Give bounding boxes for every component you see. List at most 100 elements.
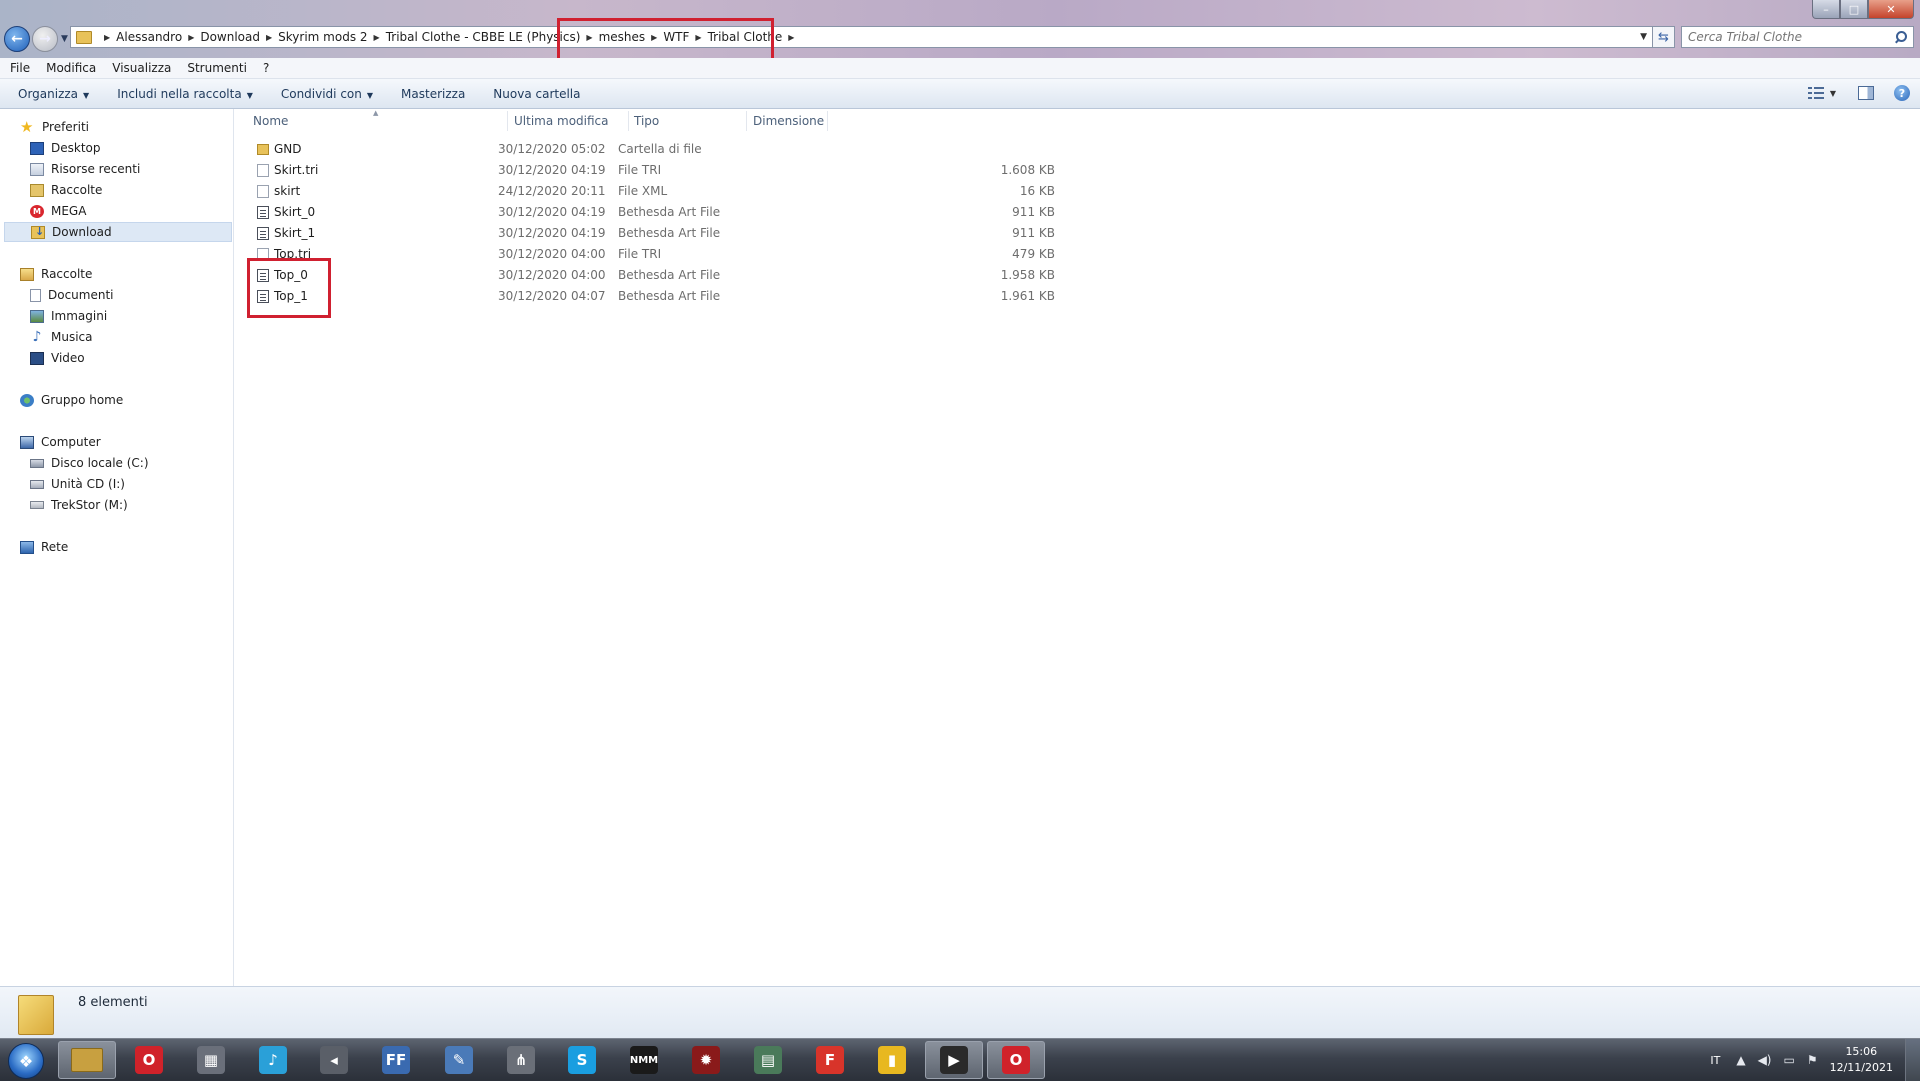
show-desktop-button[interactable] [1905, 1039, 1920, 1081]
column-divider[interactable] [746, 111, 747, 131]
sidebar-item-cd-drive[interactable]: Unità CD (I:) [30, 474, 125, 494]
sidebar-item-documents[interactable]: Documenti [30, 285, 114, 305]
menu-edit[interactable]: Modifica [46, 61, 96, 75]
sidebar-homegroup[interactable]: Gruppo home [20, 390, 123, 410]
sidebar-item-mega[interactable]: M MEGA [30, 201, 86, 221]
taskbar-app-music-app[interactable]: ♪ [244, 1041, 302, 1079]
help-icon[interactable]: ? [1894, 85, 1910, 101]
close-button[interactable]: ✕ [1868, 0, 1914, 19]
refresh-button[interactable]: ⇆ [1653, 26, 1675, 48]
language-indicator[interactable]: IT [1710, 1054, 1720, 1067]
search-box[interactable] [1681, 26, 1914, 48]
chevron-right-icon[interactable]: ▶ [188, 33, 194, 42]
address-dropdown-icon[interactable]: ▼ [1640, 32, 1647, 42]
taskbar-app-game-app[interactable]: ✹ [677, 1041, 735, 1079]
sidebar-item-label: MEGA [51, 204, 87, 218]
column-divider[interactable] [507, 111, 508, 131]
taskbar-app-speaker-app[interactable]: ◂ [305, 1041, 363, 1079]
chevron-right-icon[interactable]: ▶ [266, 33, 272, 42]
taskbar-app-window-app[interactable]: ▤ [739, 1041, 797, 1079]
chevron-right-icon[interactable]: ▶ [374, 33, 380, 42]
chevron-right-icon[interactable]: ▶ [104, 33, 110, 42]
start-button[interactable]: ❖ [8, 1043, 44, 1079]
sidebar-item-download[interactable]: Download [4, 222, 232, 242]
clock[interactable]: 15:06 12/11/2021 [1830, 1044, 1893, 1076]
taskbar-app-nmm[interactable]: NMM [615, 1041, 673, 1079]
volume-icon[interactable]: ◀) [1758, 1053, 1772, 1067]
taskbar-app-network-app[interactable]: ⋔ [492, 1041, 550, 1079]
table-row[interactable]: Skirt.tri 30/12/2020 04:19 File TRI 1.60… [250, 160, 1060, 181]
file-list: ▲ Nome Ultima modifica Tipo Dimensione G… [235, 109, 1920, 986]
sidebar-item-video[interactable]: Video [30, 348, 85, 368]
sidebar-network[interactable]: Rete [20, 537, 68, 557]
show-hidden-icons-icon[interactable]: ▲ [1736, 1053, 1745, 1067]
chevron-right-icon[interactable]: ▶ [788, 33, 794, 42]
sidebar-item-desktop[interactable]: Desktop [30, 138, 101, 158]
column-header-type[interactable]: Tipo [634, 114, 659, 128]
column-header-modified[interactable]: Ultima modifica [514, 114, 609, 128]
taskbar-app-f-app[interactable]: F [801, 1041, 859, 1079]
column-divider[interactable] [827, 111, 828, 131]
preview-pane-icon[interactable] [1858, 86, 1874, 100]
column-header-name[interactable]: Nome [253, 114, 288, 128]
search-icon[interactable] [1893, 29, 1909, 45]
share-with-button[interactable]: Condividi con ▼ [281, 87, 373, 101]
table-row[interactable]: Top.tri 30/12/2020 04:00 File TRI 479 KB [250, 244, 1060, 265]
table-row[interactable]: Top_0 30/12/2020 04:00 Bethesda Art File… [250, 265, 1060, 286]
network-status-icon[interactable]: ▭ [1783, 1053, 1794, 1067]
forward-button[interactable]: → [32, 26, 58, 52]
sidebar-favorites[interactable]: ★ Preferiti [20, 117, 89, 137]
table-row[interactable]: Top_1 30/12/2020 04:07 Bethesda Art File… [250, 286, 1060, 307]
organize-button[interactable]: Organizza ▼ [18, 87, 89, 101]
column-header-size[interactable]: Dimensione [753, 114, 824, 128]
sidebar-item-recent[interactable]: Risorse recenti [30, 159, 140, 179]
breadcrumb-item[interactable]: Alessandro [116, 30, 182, 44]
search-input[interactable] [1682, 29, 1893, 45]
sidebar-item-music[interactable]: ♪ Musica [30, 327, 93, 347]
change-view-icon[interactable] [1807, 86, 1824, 100]
sidebar-computer[interactable]: Computer [20, 432, 101, 452]
recent-pages-dropdown[interactable]: ▼ [61, 34, 68, 44]
menu-view[interactable]: Visualizza [112, 61, 171, 75]
include-in-library-button[interactable]: Includi nella raccolta ▼ [117, 87, 253, 101]
sidebar-item-collections[interactable]: Raccolte [30, 180, 102, 200]
minimize-button[interactable]: – [1812, 0, 1840, 19]
breadcrumb-item[interactable]: Skyrim mods 2 [278, 30, 367, 44]
taskbar-app-dark-app[interactable]: ▶ [925, 1041, 983, 1079]
column-divider[interactable] [628, 111, 629, 131]
new-folder-button[interactable]: Nuova cartella [493, 87, 580, 101]
breadcrumb-item[interactable]: Download [200, 30, 260, 44]
menu-tools[interactable]: Strumenti [187, 61, 247, 75]
table-row[interactable]: GND 30/12/2020 05:02 Cartella di file [250, 139, 1060, 160]
menu-file[interactable]: File [10, 61, 30, 75]
sidebar-item-images[interactable]: Immagini [30, 306, 107, 326]
table-row[interactable]: skirt 24/12/2020 20:11 File XML 16 KB [250, 181, 1060, 202]
back-button[interactable]: ← [4, 26, 30, 52]
sidebar-item-drive-c[interactable]: Disco locale (C:) [30, 453, 149, 473]
taskbar-app-chart-app[interactable]: ▮ [863, 1041, 921, 1079]
file-modified: 30/12/2020 04:19 [498, 205, 606, 219]
sidebar-item-label: Disco locale (C:) [51, 456, 149, 470]
arrow-right-icon: → [39, 31, 51, 47]
details-pane: 8 elementi [0, 986, 1920, 1039]
download-folder-icon [31, 225, 45, 239]
table-row[interactable]: Skirt_1 30/12/2020 04:19 Bethesda Art Fi… [250, 223, 1060, 244]
address-bar[interactable]: ▶ Alessandro ▶ Download ▶ Skyrim mods 2 … [70, 26, 1653, 48]
table-row[interactable]: Skirt_0 30/12/2020 04:19 Bethesda Art Fi… [250, 202, 1060, 223]
burn-button[interactable]: Masterizza [401, 87, 465, 101]
action-center-flag-icon[interactable]: ⚑ [1807, 1053, 1818, 1067]
taskbar-app-skype[interactable]: S [553, 1041, 611, 1079]
breadcrumb-item[interactable]: Tribal Clothe - CBBE LE (Physics) [386, 30, 581, 44]
menu-help[interactable]: ? [263, 61, 269, 75]
taskbar-app-explorer[interactable] [58, 1041, 116, 1079]
chevron-down-icon[interactable]: ▼ [1830, 89, 1836, 98]
taskbar-app-ffdec[interactable]: FF [367, 1041, 425, 1079]
sidebar-item-usb-drive[interactable]: TrekStor (M:) [30, 495, 128, 515]
taskbar-app-opera-active[interactable]: O [987, 1041, 1045, 1079]
opera-active-icon: O [1002, 1046, 1030, 1074]
maximize-button[interactable]: □ [1840, 0, 1868, 19]
taskbar-app-editor-app[interactable]: ✎ [430, 1041, 488, 1079]
taskbar-app-media-center[interactable]: ▦ [182, 1041, 240, 1079]
taskbar-app-opera[interactable]: O [120, 1041, 178, 1079]
sidebar-libraries[interactable]: Raccolte [20, 264, 92, 284]
